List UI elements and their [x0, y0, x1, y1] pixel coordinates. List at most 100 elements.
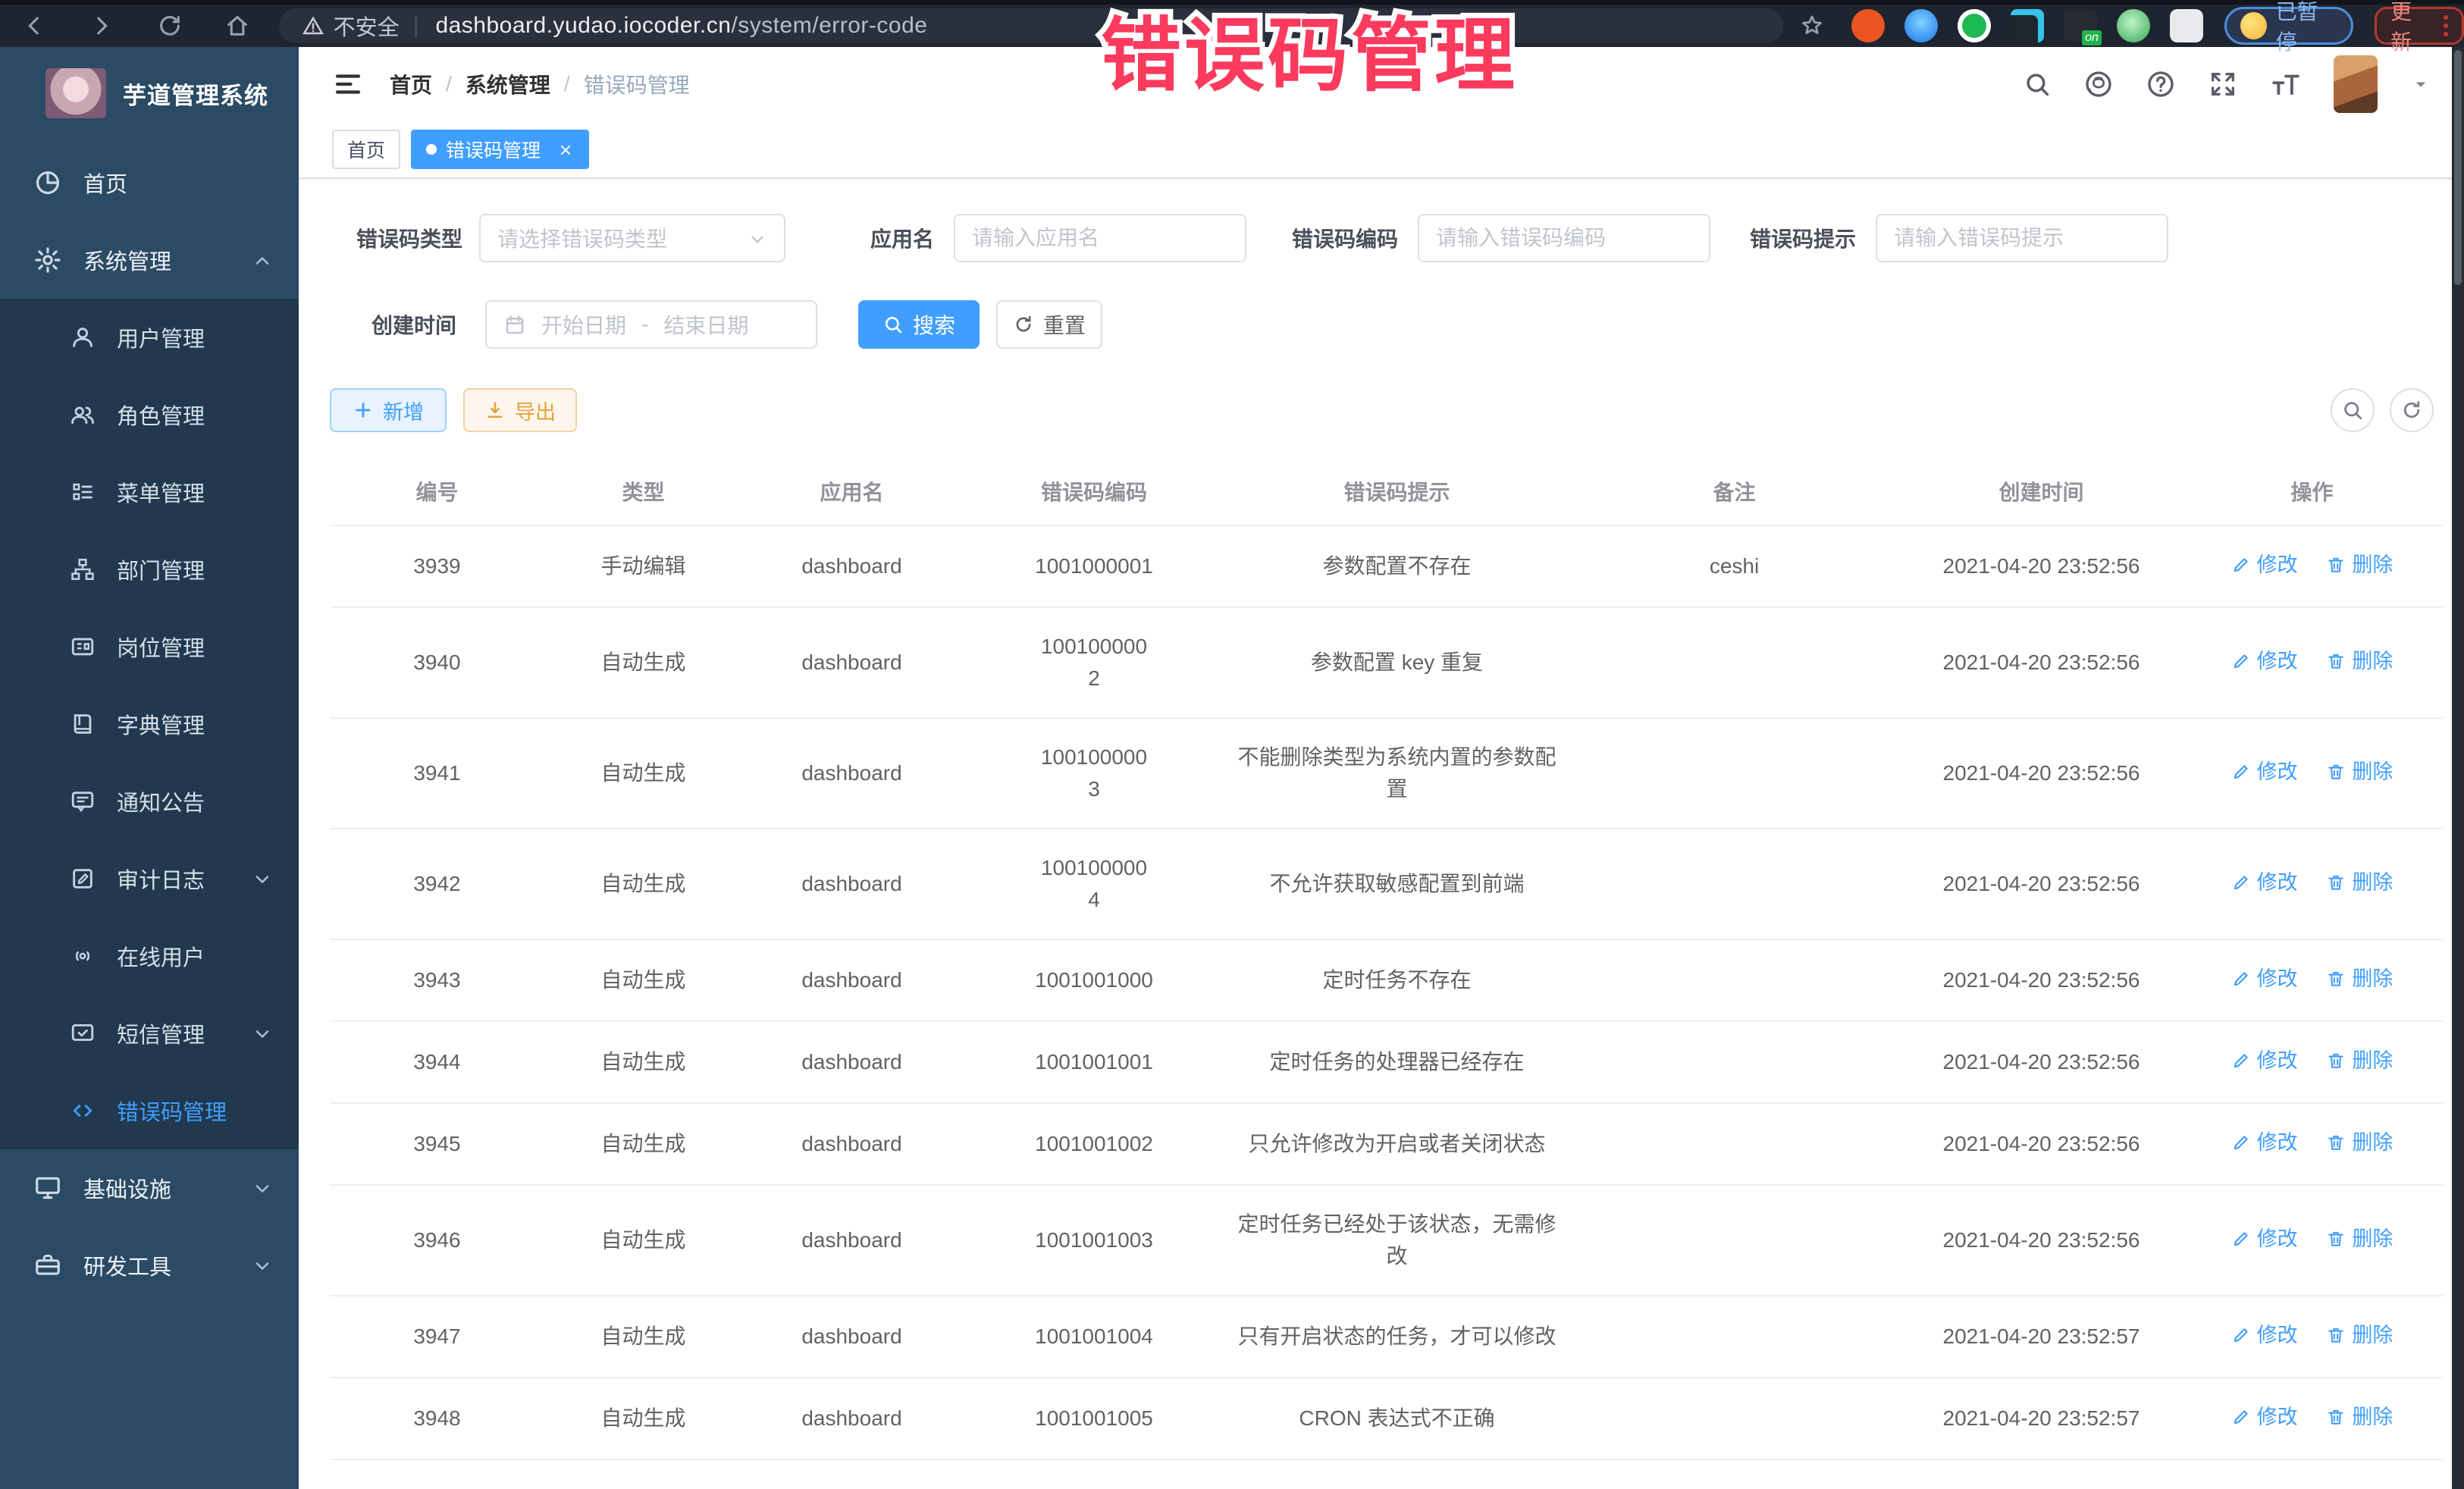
sidebar-item-audit-log[interactable]: 审计日志 [0, 840, 299, 917]
breadcrumb-home[interactable]: 首页 [390, 69, 432, 99]
sidebar-item-error-code-management[interactable]: 错误码管理 [0, 1072, 299, 1149]
edit-link[interactable]: 修改 [2231, 1223, 2298, 1255]
screen: 不安全 | dashboard.yudao.iocoder.cn/system/… [0, 0, 2464, 1489]
app-name-input[interactable] [972, 226, 1228, 250]
browser-menu-icon[interactable] [2444, 15, 2448, 36]
extension-icon-green-key[interactable] [2117, 9, 2150, 42]
browser-profile-chip[interactable]: 已暂停 [2224, 7, 2353, 45]
tag-home[interactable]: 首页 [332, 130, 400, 169]
export-button[interactable]: 导出 [463, 388, 577, 432]
edit-link[interactable]: 修改 [2231, 645, 2298, 677]
extension-icon-orange[interactable] [1851, 9, 1885, 42]
fullscreen-icon[interactable] [2208, 69, 2238, 99]
search-button[interactable]: 搜索 [858, 300, 980, 349]
date-range-picker[interactable]: 开始日期 - 结束日期 [485, 300, 817, 349]
delete-link[interactable]: 删除 [2326, 756, 2393, 788]
breadcrumb-current: 错误码管理 [584, 69, 690, 99]
address-bar[interactable]: 不安全 | dashboard.yudao.iocoder.cn/system/… [279, 8, 1783, 43]
sidebar-item-menu-management[interactable]: 菜单管理 [0, 453, 299, 531]
sidebar-item-sms-management[interactable]: 短信管理 [0, 995, 299, 1072]
error-hint-label: 错误码提示 [1750, 223, 1856, 253]
table-body: 3939手动编辑dashboard1001000001参数配置不存在ceshi2… [330, 525, 2443, 1459]
font-size-icon[interactable] [2270, 68, 2302, 100]
column-header: 应用名 [742, 458, 961, 525]
edit-link[interactable]: 修改 [2231, 1127, 2298, 1158]
table-row: 3945自动生成dashboard1001001002只允许修改为开启或者关闭状… [330, 1103, 2443, 1185]
delete-link[interactable]: 删除 [2326, 1127, 2393, 1158]
sidebar-item-dev-tools[interactable]: 研发工具 [0, 1227, 299, 1304]
error-code-label: 错误码编码 [1292, 223, 1398, 253]
sidebar-item-dept-management[interactable]: 部门管理 [0, 531, 299, 608]
sidebar-item-online-user[interactable]: 在线用户 [0, 917, 299, 995]
delete-link[interactable]: 删除 [2326, 963, 2393, 995]
page-scrollbar[interactable] [2452, 47, 2464, 1489]
sidebar-item-system-management[interactable]: 系统管理 [0, 221, 299, 299]
role-management-icon [70, 402, 96, 428]
extension-icon-puzzle[interactable] [2170, 9, 2203, 42]
help-icon[interactable] [2146, 69, 2176, 99]
sidebar-item-home[interactable]: 首页 [0, 144, 299, 221]
profile-paused-label: 已暂停 [2276, 0, 2337, 56]
breadcrumb-system[interactable]: 系统管理 [466, 69, 550, 99]
error-type-select[interactable]: 请选择错误码类型 [479, 214, 785, 262]
edit-link[interactable]: 修改 [2231, 549, 2298, 581]
user-avatar[interactable] [2334, 55, 2378, 113]
tags-view-bar: 首页 错误码管理 [299, 121, 2464, 179]
collapse-sidebar-icon[interactable] [332, 68, 364, 100]
sms-management-icon [70, 1020, 96, 1046]
edit-link[interactable]: 修改 [2231, 963, 2298, 995]
chevron-down-icon [252, 1176, 273, 1201]
sidebar-item-infrastructure[interactable]: 基础设施 [0, 1149, 299, 1227]
search-icon [2341, 399, 2364, 422]
avatar-caret-down-icon[interactable] [2409, 73, 2432, 96]
toggle-search-button[interactable] [2331, 388, 2375, 432]
browser-reload-button[interactable] [136, 13, 203, 39]
edit-link[interactable]: 修改 [2231, 1045, 2298, 1077]
delete-link[interactable]: 删除 [2326, 1223, 2393, 1255]
extension-icon-grid[interactable] [2011, 9, 2044, 42]
tag-close-icon[interactable] [557, 139, 574, 161]
profile-emoji-avatar [2240, 12, 2267, 39]
sidebar-item-user-management[interactable]: 用户管理 [0, 299, 299, 376]
edit-link[interactable]: 修改 [2231, 867, 2298, 898]
extension-icon-blue-gem[interactable] [1904, 9, 1938, 42]
refresh-icon [1013, 314, 1034, 335]
delete-link[interactable]: 删除 [2326, 1401, 2393, 1433]
scrollbar-thumb[interactable] [2454, 50, 2462, 285]
filter-form: 错误码类型 请选择错误码类型 应用名 错误码编码 错误码提示 [299, 179, 2464, 349]
delete-link[interactable]: 删除 [2326, 549, 2393, 581]
extension-icon-green-badge[interactable] [1958, 9, 1991, 42]
error-code-input[interactable] [1436, 226, 1692, 250]
chevron-down-icon [748, 230, 767, 249]
reset-button[interactable]: 重置 [996, 300, 1102, 349]
bookmark-star-icon[interactable] [1798, 12, 1826, 39]
app-name-input-wrap [954, 214, 1246, 262]
delete-link[interactable]: 删除 [2326, 1319, 2393, 1351]
browser-forward-button[interactable] [67, 13, 135, 39]
add-button[interactable]: 新增 [330, 388, 447, 432]
sidebar-item-role-management[interactable]: 角色管理 [0, 376, 299, 453]
header-search-icon[interactable] [2023, 70, 2052, 99]
github-icon[interactable] [2083, 69, 2114, 99]
tag-error-code[interactable]: 错误码管理 [411, 130, 589, 169]
sidebar-item-post-management[interactable]: 岗位管理 [0, 608, 299, 685]
browser-update-chip[interactable]: 更新 [2375, 7, 2464, 45]
table-toolbar: 新增 导出 [330, 388, 2434, 432]
delete-link[interactable]: 删除 [2326, 1045, 2393, 1077]
refresh-table-button[interactable] [2390, 388, 2434, 432]
delete-link[interactable]: 删除 [2326, 867, 2393, 898]
table-row: 3940自动生成dashboard100100000 2参数配置 key 重复2… [330, 607, 2443, 718]
edit-link[interactable]: 修改 [2231, 1319, 2298, 1351]
table-row: 3948自动生成dashboard1001001005CRON 表达式不正确20… [330, 1378, 2443, 1459]
edit-link[interactable]: 修改 [2231, 756, 2298, 788]
delete-link[interactable]: 删除 [2326, 645, 2393, 677]
edit-link[interactable]: 修改 [2231, 1401, 2298, 1433]
browser-home-button[interactable] [203, 13, 271, 39]
browser-back-button[interactable] [0, 13, 67, 39]
extension-icon-list-on[interactable]: on [2064, 9, 2097, 42]
app-logo[interactable]: 芋道管理系统 [0, 47, 299, 138]
error-hint-input[interactable] [1894, 226, 2150, 250]
sidebar-item-dict-management[interactable]: 字典管理 [0, 685, 299, 763]
sidebar-item-notice-announcement[interactable]: 通知公告 [0, 763, 299, 840]
table-header-row: 编号类型应用名错误码编码错误码提示备注创建时间操作 [330, 458, 2443, 525]
